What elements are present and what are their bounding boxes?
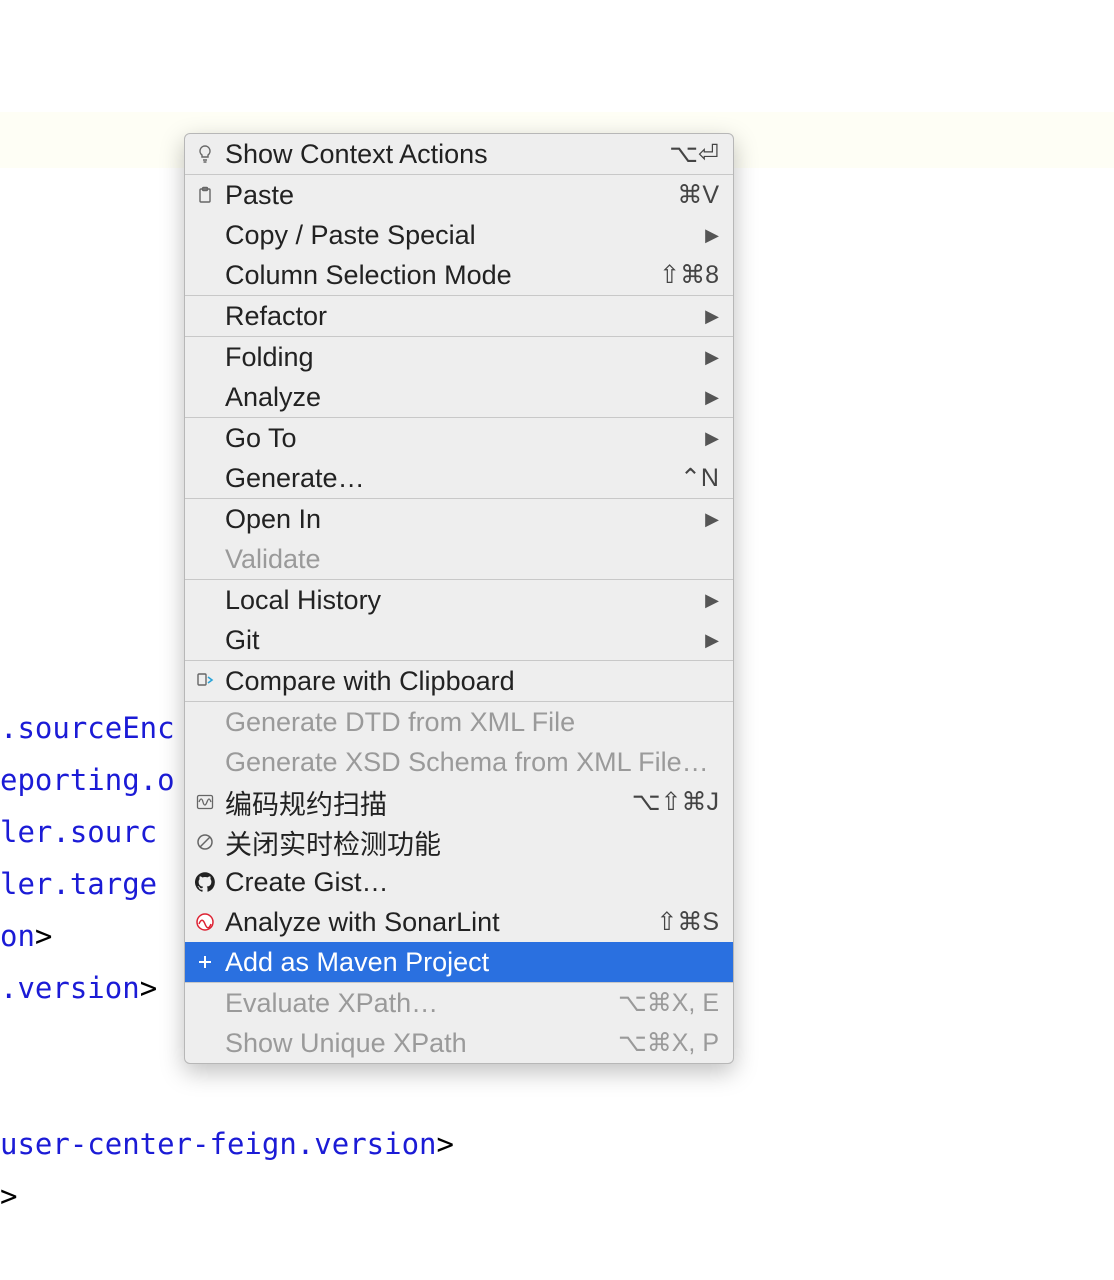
menu-item-shortcut: ⌘V <box>677 180 719 210</box>
menu-item-label: Go To <box>225 423 697 454</box>
menu-item: Generate DTD from XML File <box>185 702 733 742</box>
menu-item-label: Generate XSD Schema from XML File… <box>225 747 719 778</box>
submenu-arrow-icon: ▶ <box>705 387 719 408</box>
lightbulb-icon <box>193 144 217 164</box>
menu-item[interactable]: Add as Maven Project <box>185 942 733 982</box>
clipboard-icon <box>193 185 217 205</box>
menu-item[interactable]: Local History ▶ <box>185 580 733 620</box>
menu-item[interactable]: Analyze with SonarLint ⇧⌘S <box>185 902 733 942</box>
menu-item-label: Evaluate XPath… <box>225 988 610 1019</box>
menu-item-label: Paste <box>225 180 669 211</box>
code-line: .sourceEnc <box>0 711 175 745</box>
menu-item: Evaluate XPath… ⌥⌘X, E <box>185 983 733 1023</box>
menu-item-shortcut: ⇧⌘8 <box>659 260 719 290</box>
menu-item-label: Validate <box>225 544 719 575</box>
menu-item[interactable]: Folding ▶ <box>185 337 733 377</box>
menu-item-shortcut: ⌥⌘X, E <box>618 988 719 1018</box>
menu-item-label: Add as Maven Project <box>225 947 719 978</box>
menu-item-shortcut: ⌥⏎ <box>669 139 719 169</box>
code-line: eporting.o <box>0 763 175 797</box>
menu-item[interactable]: Open In ▶ <box>185 499 733 539</box>
submenu-arrow-icon: ▶ <box>705 590 719 611</box>
menu-item-label: Analyze <box>225 382 697 413</box>
menu-item[interactable]: Paste ⌘V <box>185 175 733 215</box>
menu-item-label: Column Selection Mode <box>225 260 651 291</box>
menu-item-label: Git <box>225 625 697 656</box>
plus-icon <box>193 952 217 972</box>
submenu-arrow-icon: ▶ <box>705 630 719 651</box>
menu-item-label: 关闭实时检测功能 <box>225 823 719 862</box>
submenu-arrow-icon: ▶ <box>705 225 719 246</box>
context-menu: Show Context Actions ⌥⏎Paste ⌘V Copy / Past… <box>184 133 734 1064</box>
menu-item-label: 编码规约扫描 <box>225 783 624 822</box>
compare-icon <box>193 671 217 691</box>
menu-item[interactable]: Show Context Actions ⌥⏎ <box>185 134 733 174</box>
code-blank <box>0 1023 17 1057</box>
menu-item-label: Analyze with SonarLint <box>225 907 648 938</box>
sonar-icon <box>193 912 217 932</box>
menu-item-label: Open In <box>225 504 697 535</box>
menu-item: Validate <box>185 539 733 579</box>
code-blank <box>0 1075 17 1109</box>
menu-item-label: Folding <box>225 342 697 373</box>
menu-item-shortcut: ⇧⌘S <box>656 907 719 937</box>
menu-item[interactable]: Refactor ▶ <box>185 296 733 336</box>
github-icon <box>193 872 217 892</box>
code-fragment-end: > <box>0 1179 17 1213</box>
menu-item-shortcut: ⌥⌘X, P <box>618 1028 719 1058</box>
code-tag: on> <box>0 919 52 953</box>
menu-item-label: Generate… <box>225 463 672 494</box>
submenu-arrow-icon: ▶ <box>705 509 719 530</box>
menu-item-label: Create Gist… <box>225 867 719 898</box>
menu-item: Generate XSD Schema from XML File… <box>185 742 733 782</box>
menu-item-label: Compare with Clipboard <box>225 666 719 697</box>
submenu-arrow-icon: ▶ <box>705 428 719 449</box>
menu-item-label: Copy / Paste Special <box>225 220 697 251</box>
menu-item[interactable]: 关闭实时检测功能 <box>185 822 733 862</box>
menu-item-label: Show Context Actions <box>225 139 661 170</box>
code-line: ler.sourc <box>0 815 157 849</box>
code-tag: user-center-feign.version> <box>0 1127 454 1161</box>
menu-item-label: Local History <box>225 585 697 616</box>
waveform-icon <box>193 792 217 812</box>
menu-item[interactable]: 编码规约扫描 ⌥⇧⌘J <box>185 782 733 822</box>
menu-item: Show Unique XPath ⌥⌘X, P <box>185 1023 733 1063</box>
menu-item[interactable]: Column Selection Mode ⇧⌘8 <box>185 255 733 295</box>
menu-item-shortcut: ⌃N <box>680 463 719 493</box>
menu-item-label: Show Unique XPath <box>225 1028 610 1059</box>
submenu-arrow-icon: ▶ <box>705 306 719 327</box>
menu-item[interactable]: Generate… ⌃N <box>185 458 733 498</box>
menu-item[interactable]: Create Gist… <box>185 862 733 902</box>
menu-item[interactable]: Git ▶ <box>185 620 733 660</box>
menu-item-shortcut: ⌥⇧⌘J <box>632 787 719 817</box>
code-tag: .version> <box>0 971 157 1005</box>
submenu-arrow-icon: ▶ <box>705 347 719 368</box>
menu-item[interactable]: Compare with Clipboard <box>185 661 733 701</box>
menu-item[interactable]: Analyze ▶ <box>185 377 733 417</box>
menu-item-label: Refactor <box>225 301 697 332</box>
menu-item-label: Generate DTD from XML File <box>225 707 719 738</box>
menu-item[interactable]: Go To ▶ <box>185 418 733 458</box>
menu-item[interactable]: Copy / Paste Special ▶ <box>185 215 733 255</box>
prohibit-icon <box>193 832 217 852</box>
code-line: ler.targe <box>0 867 157 901</box>
